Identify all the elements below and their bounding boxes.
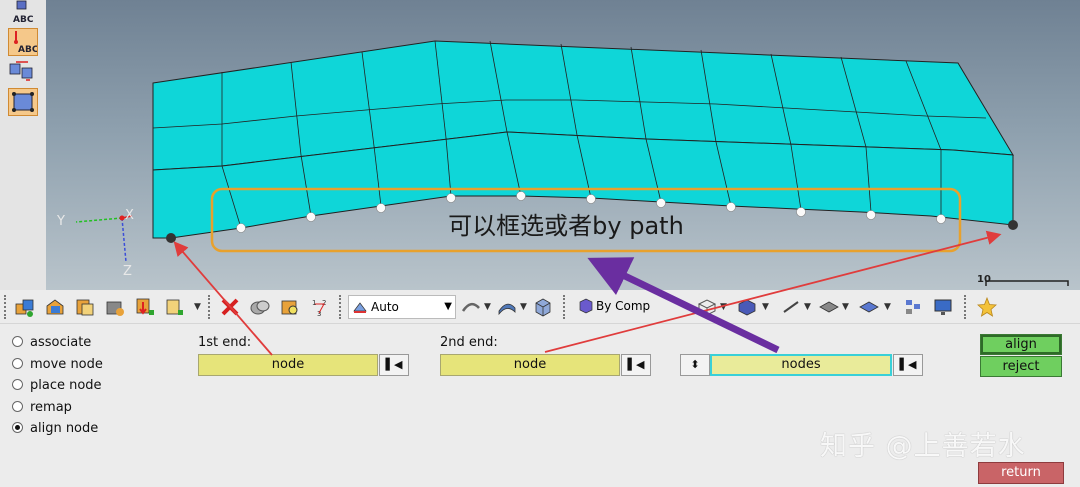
scale-bar bbox=[985, 280, 1069, 286]
plane-icon[interactable] bbox=[818, 296, 840, 318]
loadstep-icon[interactable] bbox=[134, 296, 156, 318]
radio-label: place node bbox=[30, 378, 102, 393]
first-end-reset-button[interactable]: ▌◀ bbox=[379, 354, 409, 376]
axis-z-label: Z bbox=[123, 264, 132, 279]
axis-x-label: X bbox=[125, 208, 134, 223]
chevron-down-icon[interactable]: ▼ bbox=[884, 302, 891, 312]
abc-text-1: ABC bbox=[13, 15, 34, 25]
radio-label: remap bbox=[30, 400, 72, 415]
collector-icon[interactable] bbox=[44, 296, 66, 318]
mesh-model bbox=[75, 40, 1069, 286]
toolbar-grip[interactable] bbox=[964, 295, 969, 319]
color-mode-select[interactable]: By Comp bbox=[574, 295, 682, 317]
element-size-value: Auto bbox=[371, 300, 399, 314]
main-toolbar: ▼ 123 Auto ▼ ▼ ▼ By Comp ▼ ▼ ▼ ▼ ▼ bbox=[0, 290, 1080, 324]
renumber-icon[interactable] bbox=[8, 58, 36, 84]
watermark: 知乎 @上善若水 bbox=[820, 431, 1026, 462]
left-toolbar: ABC ABC bbox=[0, 0, 47, 290]
svg-text:3: 3 bbox=[317, 310, 321, 318]
axis-y-label: Y bbox=[57, 214, 65, 229]
favorite-star-icon[interactable] bbox=[976, 296, 998, 318]
nodes-selector[interactable]: nodes bbox=[710, 354, 892, 376]
radio-label: move node bbox=[30, 357, 103, 372]
svg-text:1: 1 bbox=[312, 299, 316, 307]
toolbar-grip[interactable] bbox=[208, 295, 213, 319]
reset-icon: ▌◀ bbox=[899, 358, 917, 371]
color-mode-value: By Comp bbox=[596, 299, 651, 313]
radio-dot bbox=[12, 379, 23, 390]
first-end-node-selector[interactable]: node bbox=[198, 354, 378, 376]
radio-place-node[interactable]: place node bbox=[12, 377, 102, 395]
find-icon[interactable] bbox=[279, 296, 301, 318]
distance-icon[interactable]: 123 bbox=[309, 296, 331, 318]
load-icon[interactable] bbox=[104, 296, 126, 318]
radio-dot bbox=[12, 401, 23, 412]
shaded-icon[interactable] bbox=[736, 296, 758, 318]
chevron-down-icon[interactable]: ▼ bbox=[720, 302, 727, 312]
chevron-down-icon[interactable]: ▼ bbox=[762, 302, 769, 312]
surface-icon[interactable] bbox=[496, 296, 518, 318]
reject-button[interactable]: reject bbox=[980, 356, 1062, 377]
delete-icon[interactable] bbox=[219, 296, 241, 318]
first-end-node bbox=[166, 233, 176, 243]
radio-label: associate bbox=[30, 335, 92, 350]
radio-label: align node bbox=[30, 421, 99, 436]
surface-edit-icon[interactable] bbox=[8, 88, 38, 116]
mesh-size-icon bbox=[353, 302, 367, 313]
solid-icon[interactable] bbox=[532, 296, 554, 318]
output-icon[interactable] bbox=[164, 296, 186, 318]
second-end-label: 2nd end: bbox=[440, 335, 498, 350]
wireframe-icon[interactable] bbox=[696, 296, 718, 318]
radio-move-node[interactable]: move node bbox=[12, 356, 103, 374]
nodes-reset-button[interactable]: ▌◀ bbox=[893, 354, 923, 376]
align-node-panel: associate move node place node remap ali… bbox=[0, 324, 1080, 487]
nodes-selector-toggle[interactable]: ⬍ bbox=[680, 354, 710, 376]
radio-align-node[interactable]: align node bbox=[12, 420, 98, 438]
radio-remap[interactable]: remap bbox=[12, 399, 72, 417]
scale-label: 10 bbox=[977, 274, 991, 285]
component-icon[interactable] bbox=[14, 296, 36, 318]
annotation-text: 可以框选或者by path bbox=[448, 212, 684, 240]
return-button[interactable]: return bbox=[978, 462, 1064, 484]
numbers-icon[interactable] bbox=[902, 296, 924, 318]
monitor-icon[interactable] bbox=[932, 296, 954, 318]
line-icon[interactable] bbox=[780, 296, 802, 318]
chevron-down-icon[interactable]: ▼ bbox=[484, 302, 491, 312]
radio-dot bbox=[12, 336, 23, 347]
radio-dot bbox=[12, 358, 23, 369]
label-abc-icon[interactable]: ABC bbox=[8, 0, 36, 26]
abc-text-2: ABC bbox=[18, 45, 37, 55]
radio-dot-selected bbox=[12, 422, 23, 433]
up-down-icon: ⬍ bbox=[690, 358, 700, 371]
mask-icon[interactable] bbox=[249, 296, 271, 318]
reset-icon: ▌◀ bbox=[385, 358, 403, 371]
reset-icon: ▌◀ bbox=[627, 358, 645, 371]
geometry-icon[interactable] bbox=[460, 296, 482, 318]
element-size-select[interactable]: Auto ▼ bbox=[348, 295, 456, 319]
chevron-down-icon[interactable]: ▼ bbox=[194, 302, 201, 312]
align-button[interactable]: align bbox=[980, 334, 1062, 355]
radio-associate[interactable]: associate bbox=[12, 334, 91, 352]
toolbar-grip[interactable] bbox=[339, 295, 344, 319]
second-end-node-selector[interactable]: node bbox=[440, 354, 620, 376]
axis-triad bbox=[75, 215, 133, 263]
node-label-abc-icon[interactable]: ABC bbox=[8, 28, 38, 56]
toolbar-grip[interactable] bbox=[4, 295, 9, 319]
graphics-viewport[interactable]: 可以框选或者by path X Y Z 10 bbox=[46, 0, 1080, 290]
by-comp-icon bbox=[579, 298, 593, 314]
chevron-down-icon: ▼ bbox=[444, 301, 452, 312]
first-end-label: 1st end: bbox=[198, 335, 252, 350]
assembly-icon[interactable] bbox=[74, 296, 96, 318]
second-end-reset-button[interactable]: ▌◀ bbox=[621, 354, 651, 376]
second-end-node bbox=[1008, 220, 1018, 230]
chevron-down-icon[interactable]: ▼ bbox=[842, 302, 849, 312]
chevron-down-icon[interactable]: ▼ bbox=[804, 302, 811, 312]
chevron-down-icon[interactable]: ▼ bbox=[520, 302, 527, 312]
view-icon[interactable] bbox=[858, 296, 880, 318]
toolbar-grip[interactable] bbox=[563, 295, 568, 319]
